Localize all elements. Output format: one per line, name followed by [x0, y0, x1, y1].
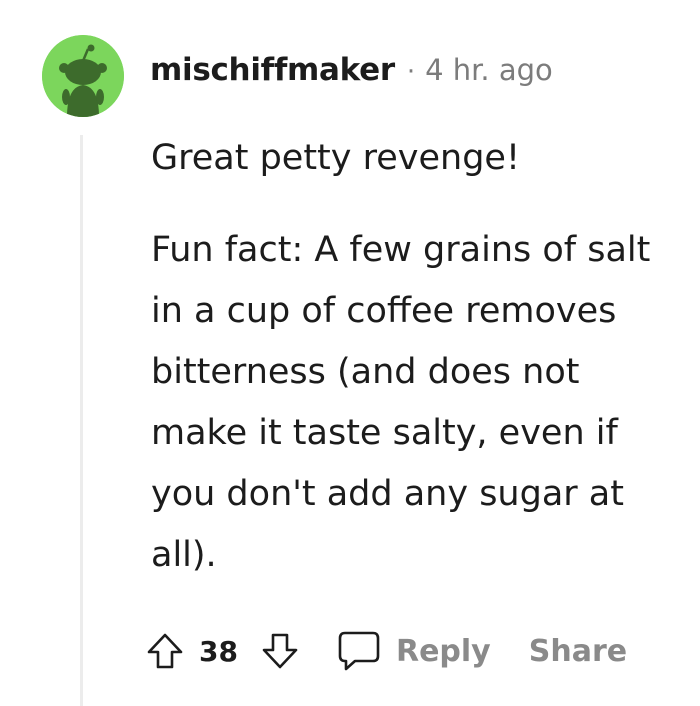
comment-paragraph: Fun fact: A few grains of salt in a cup …	[151, 230, 651, 575]
username-link[interactable]: mischiffmaker	[150, 52, 395, 88]
meta-separator: ·	[406, 57, 416, 87]
comment-bubble-icon	[336, 629, 382, 673]
thread-line[interactable]	[80, 135, 83, 706]
upvote-button[interactable]	[145, 631, 185, 671]
reply-label: Reply	[395, 633, 491, 669]
user-avatar[interactable]	[42, 35, 124, 117]
share-button[interactable]: Share	[529, 634, 627, 669]
comment-timestamp[interactable]: 4 hr. ago	[425, 53, 553, 87]
downvote-arrow-icon	[262, 633, 298, 669]
reply-button[interactable]: Reply	[336, 629, 491, 673]
upvote-arrow-icon	[147, 633, 183, 669]
comment-body: Great petty revenge! Fun fact: A few gra…	[151, 128, 681, 586]
snoo-avatar-icon	[42, 35, 124, 117]
vote-count: 38	[199, 634, 238, 668]
comment-paragraph: Great petty revenge!	[151, 138, 520, 178]
downvote-button[interactable]	[260, 631, 300, 671]
comment-header: mischiffmaker · 4 hr. ago	[150, 52, 553, 88]
comment-actions: 38 Reply Share	[145, 622, 627, 680]
